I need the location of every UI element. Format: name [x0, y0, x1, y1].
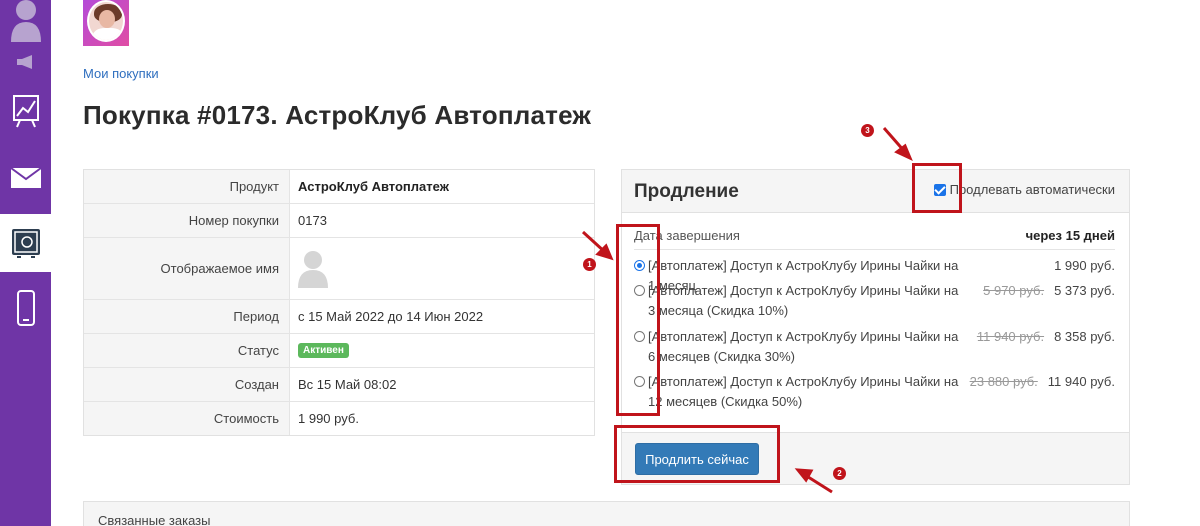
breadcrumb-my-purchases[interactable]: Мои покупки: [83, 66, 159, 81]
safe-icon: [11, 229, 40, 258]
details-row-period: Период с 15 Май 2022 до 14 Июн 2022: [84, 300, 594, 334]
annotation-box-checkbox: [912, 163, 962, 213]
sidebar: [0, 0, 51, 526]
details-value: с 15 Май 2022 до 14 Июн 2022: [298, 309, 484, 324]
details-value: Вс 15 Май 08:02: [298, 377, 397, 392]
details-label: Номер покупки: [84, 204, 290, 237]
details-value: 1 990 руб.: [298, 411, 359, 426]
details-value: 0173: [298, 213, 327, 228]
related-orders-title: Связанные заказы: [98, 513, 211, 526]
sidebar-item-purchases[interactable]: [0, 214, 51, 272]
megaphone-icon: [16, 55, 32, 69]
renewal-option-price: 5 373 руб.: [1054, 283, 1115, 298]
renewal-option-text: [Автоплатеж] Доступ к АстроКлубу Ирины Ч…: [648, 374, 959, 409]
renewal-option-text: [Автоплатеж] Доступ к АстроКлубу Ирины Ч…: [648, 329, 959, 364]
renewal-option[interactable]: [Автоплатеж] Доступ к АстроКлубу Ирины Ч…: [634, 372, 1115, 412]
renewal-option-text: [Автоплатеж] Доступ к АстроКлубу Ирины Ч…: [648, 283, 959, 318]
chart-icon: [12, 95, 39, 128]
renewal-option-old-price: 5 970 руб.: [983, 283, 1045, 298]
renewal-title: Продление: [634, 181, 739, 202]
annotation-box-radios: [616, 224, 660, 416]
details-row-display-name: Отображаемое имя: [84, 238, 594, 300]
end-date-row: Дата завершения через 15 дней: [634, 228, 1115, 243]
renewal-header: Продление Продлевать автоматически: [622, 170, 1129, 213]
renewal-option[interactable]: [Автоплатеж] Доступ к АстроКлубу Ирины Ч…: [634, 281, 1115, 321]
details-row-status: Статус Активен: [84, 334, 594, 368]
details-label: Продукт: [84, 170, 290, 203]
renewal-option-old-price: 23 880 руб.: [969, 374, 1038, 389]
details-label: Создан: [84, 368, 290, 401]
annotation-number: 2: [833, 467, 846, 480]
divider: [634, 249, 1115, 250]
arrow-icon: [882, 127, 913, 161]
end-date-value: через 15 дней: [1025, 228, 1115, 243]
auto-renew-label: Продлевать автоматически: [949, 182, 1115, 197]
annotation-number: 3: [861, 124, 874, 137]
details-label: Стоимость: [84, 402, 290, 435]
avatar: [87, 0, 125, 42]
renewal-option-price: 1 990 руб.: [1054, 258, 1115, 273]
details-label: Период: [84, 300, 290, 333]
mail-icon: [9, 167, 42, 188]
details-value: Активен: [290, 334, 594, 367]
sidebar-item-mail[interactable]: [0, 160, 51, 196]
details-label: Статус: [84, 334, 290, 367]
sidebar-item-profile[interactable]: [0, 0, 51, 42]
details-value: [290, 238, 594, 299]
details-row-product: Продукт АстроКлуб Автоплатеж: [84, 170, 594, 204]
renewal-option[interactable]: [Автоплатеж] Доступ к АстроКлубу Ирины Ч…: [634, 327, 1115, 367]
purchase-details-table: Продукт АстроКлуб Автоплатеж Номер покуп…: [83, 169, 595, 436]
renewal-option-price: 8 358 руб.: [1054, 329, 1115, 344]
default-avatar-icon: [298, 250, 328, 288]
annotation-number: 1: [583, 258, 596, 271]
page-title: Покупка #0173. АстроКлуб Автоплатеж: [83, 100, 592, 130]
phone-icon: [16, 290, 35, 326]
status-badge: Активен: [298, 343, 349, 358]
details-row-number: Номер покупки 0173: [84, 204, 594, 238]
sidebar-item-announcements[interactable]: [0, 50, 51, 74]
details-label: Отображаемое имя: [84, 238, 290, 299]
renewal-option-old-price: 11 940 руб.: [976, 329, 1045, 344]
sidebar-item-stats[interactable]: [0, 90, 51, 132]
user-avatar-header[interactable]: [83, 0, 129, 46]
details-value: АстроКлуб Автоплатеж: [298, 179, 449, 194]
user-icon: [10, 0, 41, 42]
sidebar-item-mobile[interactable]: [0, 288, 51, 328]
details-row-created: Создан Вс 15 Май 08:02: [84, 368, 594, 402]
related-orders-panel: Связанные заказы: [83, 501, 1130, 526]
renewal-option-price: 11 940 руб.: [1047, 374, 1115, 389]
annotation-box-button: [614, 425, 780, 483]
details-row-cost: Стоимость 1 990 руб.: [84, 402, 594, 435]
